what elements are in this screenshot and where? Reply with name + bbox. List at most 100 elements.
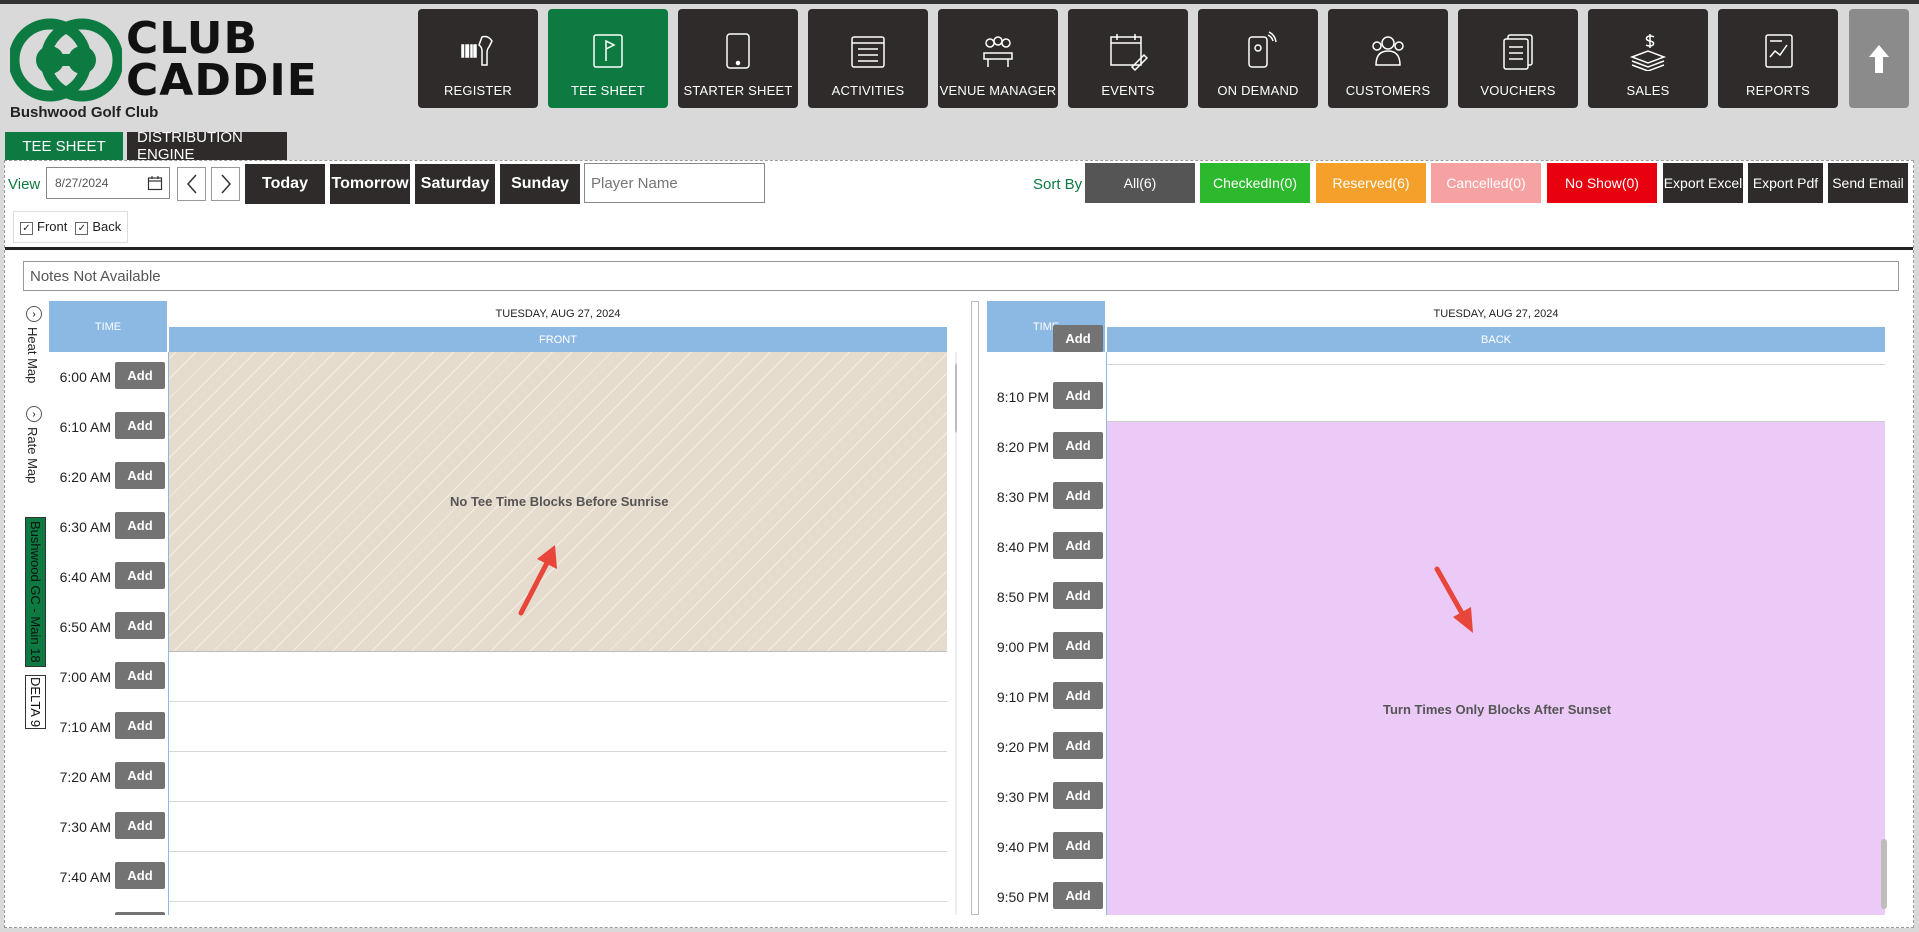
tee-time-label: 8:10 PM: [996, 389, 1049, 405]
add-tee-time-button[interactable]: Add: [1053, 482, 1103, 509]
time-column-header: TIME: [49, 301, 167, 352]
nav-sales-button[interactable]: SALES: [1588, 9, 1708, 108]
add-tee-time-button[interactable]: Add: [1053, 832, 1103, 859]
date-picker[interactable]: 8/27/2024: [46, 167, 170, 199]
tee-time-slot[interactable]: [169, 702, 947, 752]
nav-starter-sheet-button[interactable]: STARTER SHEET: [678, 9, 798, 108]
logo-mark-icon: [8, 18, 124, 102]
add-tee-time-button[interactable]: Add: [1053, 682, 1103, 709]
nav-register-button[interactable]: REGISTER: [418, 9, 538, 108]
tee-time-slot[interactable]: [169, 752, 947, 802]
tee-time-slot[interactable]: [1107, 372, 1885, 422]
tomorrow-button[interactable]: Tomorrow: [330, 164, 410, 204]
tee-time-label: 9:10 PM: [996, 689, 1049, 705]
export-excel-button[interactable]: Export Excel: [1663, 163, 1743, 203]
add-tee-time-button[interactable]: Add: [115, 362, 165, 389]
report-icon: [1765, 34, 1793, 68]
add-tee-time-button[interactable]: Add: [115, 512, 165, 539]
tee-time-slot[interactable]: [169, 852, 947, 902]
player-name-input[interactable]: [584, 163, 765, 203]
nav-vouchers-button[interactable]: VOUCHERS: [1458, 9, 1578, 108]
nav-activities-button[interactable]: ACTIVITIES: [808, 9, 928, 108]
saturday-button[interactable]: Saturday: [415, 164, 495, 204]
prev-day-button[interactable]: [177, 167, 206, 201]
add-tee-time-button[interactable]: Add: [115, 912, 165, 915]
add-tee-time-button[interactable]: Add: [115, 812, 165, 839]
front-scroll-thumb[interactable]: [955, 363, 957, 433]
filter-all-button[interactable]: All(6): [1085, 163, 1195, 203]
nav-reports-button[interactable]: REPORTS: [1718, 9, 1838, 108]
nav-events-button[interactable]: EVENTS: [1068, 9, 1188, 108]
add-tee-time-button[interactable]: Add: [1053, 732, 1103, 759]
add-tee-time-button[interactable]: Add: [115, 562, 165, 589]
tee-time-label: 7:10 AM: [59, 719, 111, 735]
sunday-button[interactable]: Sunday: [500, 164, 580, 204]
logo-text: CLUB CADDIE: [126, 13, 318, 106]
today-button[interactable]: Today: [245, 164, 325, 204]
filter-no-show-button[interactable]: No Show(0): [1547, 163, 1657, 203]
heat-map-toggle-icon[interactable]: ›: [26, 306, 42, 322]
date-value: 8/27/2024: [55, 176, 109, 190]
tee-time-label: 7:00 AM: [59, 669, 111, 685]
nav-label: VOUCHERS: [1480, 83, 1556, 98]
calendar-icon[interactable]: [147, 175, 163, 191]
tee-time-slot[interactable]: [169, 802, 947, 852]
checkbox-checked-icon[interactable]: ✓: [75, 222, 89, 235]
sunset-block: [1107, 421, 1885, 915]
back-scroll-thumb[interactable]: [1881, 839, 1887, 909]
course-tab-main18[interactable]: Bushwood GC - Main 18: [25, 517, 46, 667]
add-tee-time-button[interactable]: Add: [1053, 532, 1103, 559]
heat-map-tab[interactable]: Heat Map: [25, 327, 40, 383]
add-tee-time-button[interactable]: Add: [115, 862, 165, 889]
add-tee-time-button[interactable]: Add: [1053, 382, 1103, 409]
tee-time-slot[interactable]: [1107, 315, 1885, 365]
phone-icon: [1248, 31, 1277, 68]
add-tee-time-button[interactable]: Add: [1053, 632, 1103, 659]
add-tee-time-button[interactable]: Add: [1053, 782, 1103, 809]
nav-venue-manager-button[interactable]: VENUE MANAGER: [938, 9, 1058, 108]
view-label: View: [8, 176, 41, 193]
people-table-icon: [983, 36, 1013, 67]
back-left-scrollbar[interactable]: [971, 301, 979, 915]
club-caddie-logo: CLUB CADDIE: [8, 13, 318, 106]
tee-time-label: 8:30 PM: [996, 489, 1049, 505]
add-tee-time-button[interactable]: Add: [115, 612, 165, 639]
add-tee-time-button[interactable]: Add: [115, 662, 165, 689]
front-date-header: TUESDAY, AUG 27, 2024: [169, 301, 947, 327]
tab-bar: TEE SHEET DISTRIBUTION ENGINE: [5, 129, 287, 163]
nav-tee-sheet-button[interactable]: TEE SHEET: [548, 9, 668, 108]
checkbox-checked-icon[interactable]: ✓: [20, 222, 33, 235]
rate-map-toggle-icon[interactable]: ›: [26, 406, 42, 422]
add-tee-time-button[interactable]: Add: [1053, 882, 1103, 909]
course-tab-delta9[interactable]: DELTA 9: [25, 675, 46, 729]
tee-time-label: 9:40 PM: [996, 839, 1049, 855]
add-tee-time-button[interactable]: Add: [115, 462, 165, 489]
tee-sheet-panel: View 8/27/2024 Today Tomorrow Saturday S…: [4, 160, 1914, 928]
tee-time-slot[interactable]: [169, 652, 947, 702]
tee-time-row: 8:10 PM Add: [987, 372, 1885, 422]
filter-checked-in-button[interactable]: CheckedIn(0): [1200, 163, 1310, 203]
next-day-button[interactable]: [211, 167, 240, 201]
filter-cancelled-button[interactable]: Cancelled(0): [1431, 163, 1541, 203]
front-checkbox[interactable]: ✓ Front: [20, 219, 67, 235]
tee-time-label: 7:30 AM: [59, 819, 111, 835]
add-tee-time-button[interactable]: Add: [1053, 582, 1103, 609]
front-scrollbar[interactable]: [955, 352, 957, 915]
scroll-up-button[interactable]: [1849, 9, 1909, 108]
add-tee-time-button[interactable]: Add: [115, 712, 165, 739]
calendar-edit-icon: [1110, 34, 1148, 71]
nav-on-demand-button[interactable]: ON DEMAND: [1198, 9, 1318, 108]
rate-map-tab[interactable]: Rate Map: [25, 427, 40, 483]
tab-tee-sheet[interactable]: TEE SHEET: [5, 132, 123, 160]
nav-customers-button[interactable]: CUSTOMERS: [1328, 9, 1448, 108]
tab-distribution-engine[interactable]: DISTRIBUTION ENGINE: [127, 129, 287, 163]
add-tee-time-button[interactable]: Add: [115, 412, 165, 439]
back-checkbox[interactable]: ✓ Back: [75, 219, 121, 235]
nav-label: SALES: [1626, 83, 1670, 98]
add-tee-time-button[interactable]: Add: [115, 762, 165, 789]
add-tee-time-button[interactable]: Add: [1053, 432, 1103, 459]
export-pdf-button[interactable]: Export Pdf: [1748, 163, 1823, 203]
send-email-button[interactable]: Send Email: [1828, 163, 1908, 203]
add-tee-time-button[interactable]: Add: [1053, 325, 1103, 352]
filter-reserved-button[interactable]: Reserved(6): [1316, 163, 1426, 203]
